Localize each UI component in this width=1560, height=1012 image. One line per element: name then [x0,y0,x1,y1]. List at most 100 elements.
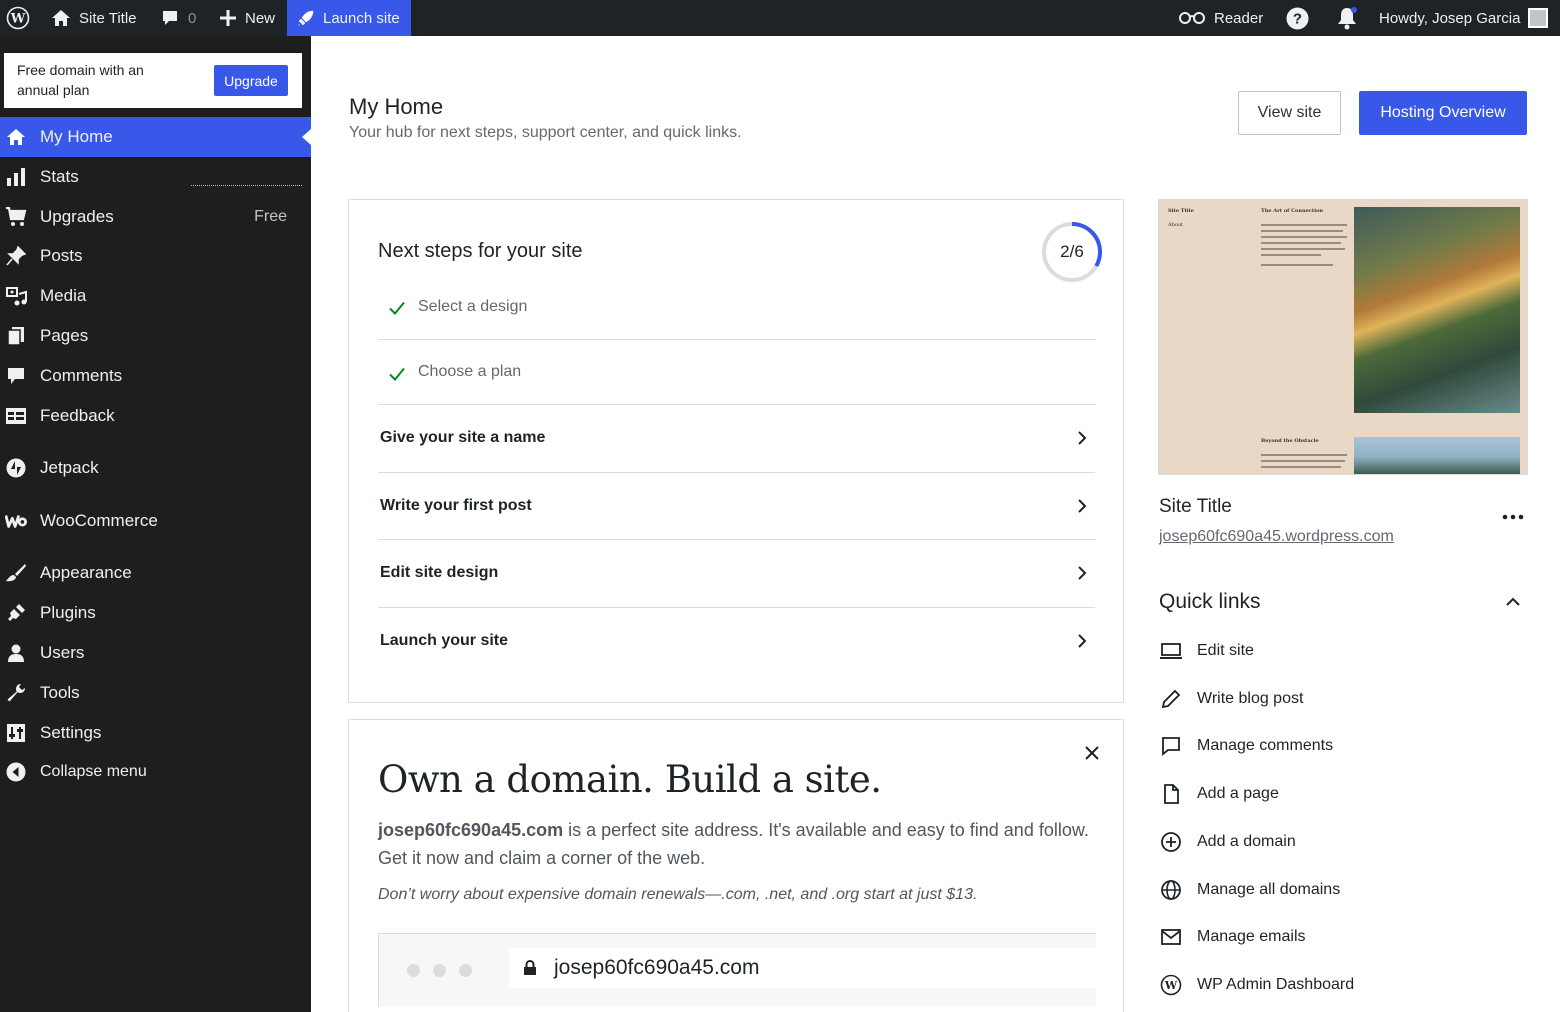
site-preview-thumbnail[interactable]: Site Title About The Art of Connection B… [1158,199,1528,475]
close-icon[interactable] [1083,744,1101,767]
site-url-link[interactable]: josep60fc690a45.wordpress.com [1159,528,1394,546]
sidebar-item-stats[interactable]: Stats [0,157,311,197]
task-write-first-post[interactable]: Write your first post [378,473,1095,540]
preview-text-line [1261,466,1341,468]
user-icon [5,642,27,664]
sidebar-item-label: Jetpack [40,458,99,477]
hosting-overview-button[interactable]: Hosting Overview [1359,91,1527,135]
sidebar-item-appearance[interactable]: Appearance [0,553,311,593]
site-card-title: Site Title [1159,496,1232,517]
rocket-icon [297,9,315,27]
sidebar-item-jetpack[interactable]: Jetpack [0,448,311,488]
quick-link-write-blog-post[interactable]: Write blog post [1159,687,1303,711]
sidebar-item-users[interactable]: Users [0,633,311,673]
sidebar-item-media[interactable]: Media [0,276,311,316]
chevron-right-icon [1073,632,1091,655]
quick-link-wp-admin[interactable]: W WP Admin Dashboard [1159,973,1354,997]
task-label: Edit site design [380,564,499,581]
sidebar-item-my-home[interactable]: My Home [0,117,311,157]
svg-text:W: W [10,12,26,27]
account-menu[interactable]: Howdy, Josep Garcia [1379,0,1549,36]
admin-bar: W Site Title 0 New Launch site Reader ? … [0,0,1560,36]
more-options-icon[interactable] [1500,508,1526,531]
launch-site-label: Launch site [323,9,400,27]
task-choose-plan[interactable]: Choose a plan [378,340,1095,405]
wordpress-logo-icon[interactable]: W [6,0,30,36]
sidebar-item-woocommerce[interactable]: WooCommerce [0,501,311,541]
sidebar-item-label: Pages [40,326,89,345]
settings-icon [5,722,27,744]
notifications-bell-icon[interactable] [1336,0,1358,36]
comment-outline-icon [1159,734,1183,758]
sidebar-item-feedback[interactable]: Feedback [0,396,311,436]
help-icon[interactable]: ? [1286,0,1309,36]
new-link[interactable]: New [219,0,275,36]
task-label: Write your first post [380,497,532,514]
task-give-site-name[interactable]: Give your site a name [378,405,1095,473]
cart-icon [5,206,27,228]
view-site-button[interactable]: View site [1238,91,1341,135]
comments-link[interactable]: 0 [160,0,196,36]
sidebar-item-plugins[interactable]: Plugins [0,593,311,633]
quick-link-edit-site[interactable]: Edit site [1159,639,1254,663]
promo-text: Free domain with an annual plan [17,62,144,98]
sidebar-item-pages[interactable]: Pages [0,316,311,356]
quick-link-manage-domains[interactable]: Manage all domains [1159,878,1340,902]
sidebar-item-tools[interactable]: Tools [0,673,311,713]
upgrade-button[interactable]: Upgrade [214,65,288,96]
brush-icon [5,562,27,584]
quick-link-label: Add a domain [1197,833,1296,850]
preview-nav-link: About [1168,222,1184,228]
sidebar-item-label: Tools [40,683,80,702]
mail-icon [1159,925,1183,949]
task-edit-site-design[interactable]: Edit site design [378,540,1095,608]
chevron-right-icon [1073,564,1091,587]
laptop-icon [1159,639,1183,663]
woo-icon [5,510,27,532]
sidebar-item-label: Upgrades [40,207,114,226]
task-launch-site[interactable]: Launch your site [378,608,1095,676]
page-subtitle: Your hub for next steps, support center,… [349,124,742,141]
globe-icon [1159,878,1183,902]
sidebar-item-posts[interactable]: Posts [0,236,311,276]
task-select-design[interactable]: Select a design [378,286,1095,340]
next-steps-title: Next steps for your site [378,240,583,262]
suggested-domain: josep60fc690a45.com [378,820,564,840]
quick-link-label: Manage emails [1197,928,1306,945]
preview-text-line [1261,454,1347,456]
task-label: Choose a plan [418,363,522,380]
domain-upsell-card: Own a domain. Build a site. josep60fc690… [348,719,1124,1012]
sidebar-item-label: Feedback [40,406,115,425]
reader-link[interactable]: Reader [1178,0,1263,36]
quick-link-manage-comments[interactable]: Manage comments [1159,734,1333,758]
chevron-up-icon[interactable] [1502,593,1524,616]
sidebar-item-label: Stats [40,167,79,186]
page-icon [1159,782,1183,806]
preview-text-line [1261,254,1321,256]
preview-text-line [1261,224,1347,226]
site-title-link[interactable]: Site Title [51,0,137,36]
comments-count: 0 [188,9,197,27]
wordpress-icon: W [1159,973,1183,997]
domain-card-note: Don’t worry about expensive domain renew… [378,886,978,903]
comment-icon [5,365,27,387]
quick-link-add-page[interactable]: Add a page [1159,782,1279,806]
preview-text-line [1261,248,1345,250]
sidebar-item-settings[interactable]: Settings [0,713,311,753]
sidebar-item-comments[interactable]: Comments [0,356,311,396]
svg-text:W: W [1164,979,1178,992]
media-icon [5,285,27,307]
sidebar-item-upgrades[interactable]: Upgrades Free [0,197,311,237]
progress-ring: 2/6 [1040,220,1104,284]
launch-site-button[interactable]: Launch site [287,0,411,36]
quick-link-manage-emails[interactable]: Manage emails [1159,925,1306,949]
window-dot [433,964,446,977]
stats-icon [5,166,27,188]
checkmark-icon [388,365,406,388]
collapse-menu-button[interactable]: Collapse menu [0,752,311,792]
preview-second-image [1354,437,1520,474]
quick-link-add-domain[interactable]: Add a domain [1159,830,1296,854]
quick-link-label: Manage all domains [1197,881,1341,898]
sidebar-item-label: Users [40,643,85,662]
address-bar-url: josep60fc690a45.com [554,956,760,979]
